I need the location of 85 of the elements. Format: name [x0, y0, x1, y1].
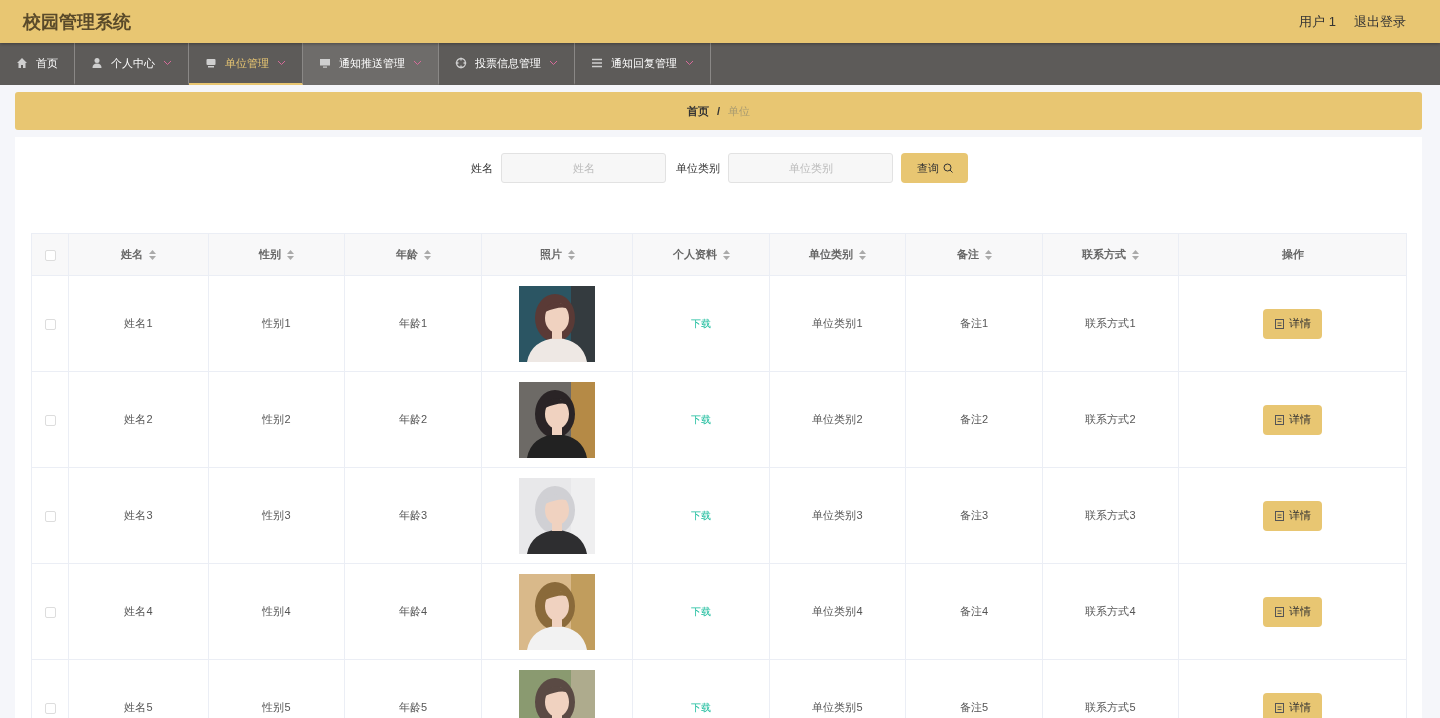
- sort-icon[interactable]: [984, 249, 992, 260]
- nav-menu-item[interactable]: 通知回复管理: [575, 43, 711, 85]
- table-cell: 备注1: [959, 317, 989, 329]
- nav-menu-item[interactable]: 个人中心: [75, 43, 189, 85]
- list-icon: [591, 57, 603, 69]
- table-cell: 单位类别3: [812, 509, 863, 521]
- details-button[interactable]: 详情: [1263, 308, 1322, 339]
- table-cell: 年龄2: [398, 413, 428, 425]
- table-cell: 联系方式3: [1085, 509, 1136, 521]
- sort-icon[interactable]: [1132, 249, 1139, 260]
- sort-icon[interactable]: [287, 249, 294, 260]
- table-cell: 性别2: [262, 413, 291, 425]
- row-checkbox[interactable]: [44, 318, 56, 330]
- table-cell: 性别5: [262, 701, 291, 713]
- column-header: 姓名: [121, 247, 143, 262]
- select-all-checkbox[interactable]: [44, 249, 56, 261]
- row-checkbox[interactable]: [44, 702, 56, 714]
- table-cell: 单位类别2: [812, 413, 863, 425]
- table-cell: 性别3: [262, 509, 291, 521]
- row-checkbox[interactable]: [44, 414, 56, 426]
- table-cell: 联系方式4: [1085, 605, 1136, 617]
- breadcrumb-separator: /: [716, 105, 721, 117]
- table-cell: 单位类别1: [812, 317, 863, 329]
- search-icon: [942, 163, 953, 173]
- details-button[interactable]: 详情: [1263, 500, 1322, 531]
- nav-menu-item[interactable]: 投票信息管理: [439, 43, 575, 85]
- table-cell: 性别4: [262, 605, 291, 617]
- document-icon: [1274, 510, 1284, 521]
- table-cell: 备注5: [959, 701, 989, 713]
- sort-icon[interactable]: [567, 249, 575, 260]
- user-icon: [91, 57, 103, 69]
- table-cell: 年龄4: [398, 605, 428, 617]
- document-icon: [1274, 318, 1284, 329]
- breadcrumb-current: 单位: [728, 103, 751, 119]
- sort-icon[interactable]: [859, 249, 866, 260]
- query-button[interactable]: 查询: [901, 153, 968, 183]
- table-cell: 联系方式1: [1085, 317, 1136, 329]
- table-cell: 姓名1: [124, 317, 153, 329]
- column-header: 联系方式: [1082, 247, 1126, 262]
- column-header: 性别: [259, 247, 281, 262]
- table-cell: 姓名2: [124, 413, 153, 425]
- home-icon: [16, 57, 28, 69]
- table-cell: 姓名5: [124, 701, 153, 713]
- details-button[interactable]: 详情: [1263, 692, 1322, 718]
- sort-icon[interactable]: [722, 249, 730, 260]
- column-header: 照片: [539, 247, 562, 262]
- column-header: 备注: [956, 247, 979, 262]
- table-cell: 姓名4: [124, 605, 153, 617]
- details-button[interactable]: 详情: [1263, 596, 1322, 627]
- table-cell: 性别1: [262, 317, 291, 329]
- breadcrumb-link[interactable]: 首页: [686, 103, 709, 119]
- column-header: 单位类别: [809, 247, 853, 262]
- monitor-icon: [319, 57, 331, 69]
- details-button[interactable]: 详情: [1263, 404, 1322, 435]
- row-checkbox[interactable]: [44, 606, 56, 618]
- column-header: 个人资料: [672, 247, 717, 262]
- document-icon: [1274, 606, 1284, 617]
- monitor-icon: [205, 57, 217, 69]
- table-cell: 单位类别4: [812, 605, 863, 617]
- table-cell: 年龄5: [398, 701, 428, 713]
- sort-icon[interactable]: [423, 249, 431, 260]
- sort-icon[interactable]: [149, 249, 156, 260]
- table-cell: 单位类别5: [812, 701, 863, 713]
- table-cell: 备注3: [959, 509, 989, 521]
- table-cell: 年龄1: [398, 317, 428, 329]
- column-header: 年龄: [395, 247, 418, 262]
- search-field[interactable]: 姓名: [501, 153, 666, 183]
- app-title: 校园管理系统: [23, 10, 131, 34]
- logout-link[interactable]: 退出登录: [1354, 12, 1406, 31]
- table-cell: 备注2: [959, 413, 989, 425]
- document-icon: [1274, 702, 1284, 713]
- table-cell: 联系方式5: [1085, 701, 1136, 713]
- user-name: 用户 1: [1299, 12, 1336, 31]
- table-cell: 备注4: [959, 605, 989, 617]
- table-cell: 年龄3: [398, 509, 428, 521]
- document-icon: [1274, 414, 1284, 425]
- crosshair-icon: [455, 57, 467, 69]
- table-cell: 姓名3: [124, 509, 153, 521]
- nav-menu-item[interactable]: 首页: [0, 43, 75, 85]
- table-cell: 联系方式2: [1085, 413, 1136, 425]
- column-header: 操作: [1281, 247, 1304, 262]
- row-checkbox[interactable]: [44, 510, 56, 522]
- field-label: 单位类别: [676, 160, 720, 176]
- field-label: 姓名: [471, 160, 493, 176]
- nav-menu-item[interactable]: 通知推送管理: [303, 43, 439, 85]
